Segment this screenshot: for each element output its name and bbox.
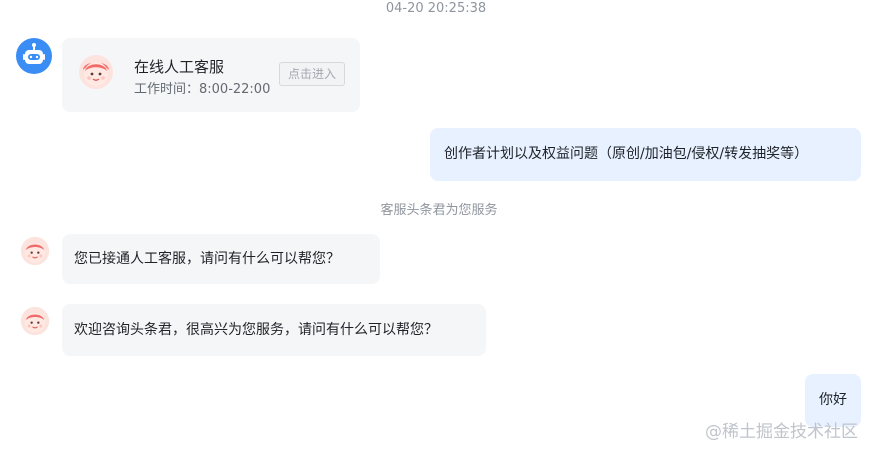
robot-icon [16,38,52,74]
incoming-message: 欢迎咨询头条君，很高兴为您服务，请问有什么可以帮您？ [62,304,486,356]
agent-face-icon [79,55,113,89]
chat-window: 04-20 20:25:38 在线人工客服 工作时间：8:00-22:00 点击… [0,0,872,454]
site-watermark: @稀土掘金技术社区 [705,422,858,442]
enter-agent-button[interactable]: 点击进入 [279,62,345,86]
agent-face-icon [20,236,50,266]
agent-working-hours: 工作时间：8:00-22:00 [134,82,271,97]
outgoing-message: 创作者计划以及权益问题（原创/加油包/侵权/转发抽奖等） [430,128,861,181]
message-timestamp: 04-20 20:25:38 [385,1,487,16]
human-agent-card: 在线人工客服 工作时间：8:00-22:00 点击进入 [62,38,360,112]
incoming-message: 您已接通人工客服，请问有什么可以帮您？ [62,234,380,284]
system-note: 客服头条君为您服务 [380,203,498,218]
agent-name: 在线人工客服 [134,58,225,76]
agent-face-icon [20,306,50,336]
